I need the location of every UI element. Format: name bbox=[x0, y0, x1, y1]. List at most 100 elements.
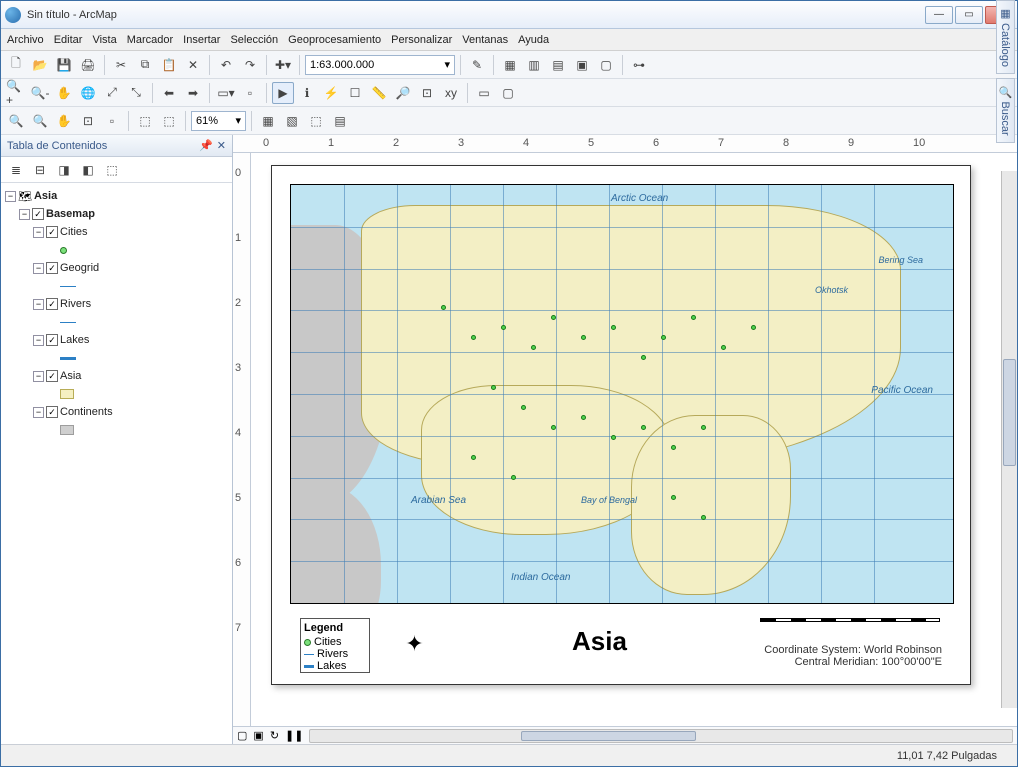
menu-ayuda[interactable]: Ayuda bbox=[518, 34, 549, 46]
layout-canvas[interactable]: Arctic Ocean Pacific Ocean Indian Ocean … bbox=[251, 153, 1017, 726]
data-frame-node[interactable]: − 🗺 Asia bbox=[5, 187, 228, 205]
editor-toolbar-icon[interactable]: ✎ bbox=[466, 54, 488, 76]
maximize-button[interactable]: ▭ bbox=[955, 6, 983, 24]
modelbuilder-icon[interactable]: ▢ bbox=[595, 54, 617, 76]
map-data-frame[interactable]: Arctic Ocean Pacific Ocean Indian Ocean … bbox=[290, 184, 954, 604]
data-view-icon[interactable]: ▢ bbox=[237, 729, 247, 742]
list-by-source-icon[interactable]: ⊟ bbox=[29, 159, 51, 181]
zoom-100-icon[interactable]: ▫ bbox=[101, 110, 123, 132]
back-extent-icon[interactable]: ⬅ bbox=[158, 82, 180, 104]
layer-lakes[interactable]: − ✓ Lakes bbox=[5, 331, 228, 349]
layout-view-icon[interactable]: ▣ bbox=[253, 729, 263, 742]
scrollbar-thumb[interactable] bbox=[1003, 359, 1016, 466]
menu-insertar[interactable]: Insertar bbox=[183, 34, 220, 46]
menu-editar[interactable]: Editar bbox=[54, 34, 83, 46]
add-data-icon[interactable]: ✚▾ bbox=[272, 54, 294, 76]
list-by-selection-icon[interactable]: ◧ bbox=[77, 159, 99, 181]
forward-extent-icon[interactable]: ➡ bbox=[182, 82, 204, 104]
select-features-icon[interactable]: ▭▾ bbox=[215, 82, 237, 104]
html-popup-icon[interactable]: ☐ bbox=[344, 82, 366, 104]
map-scale-input[interactable]: 1:63.000.000▾ bbox=[305, 55, 455, 75]
measure-icon[interactable]: 📏 bbox=[368, 82, 390, 104]
fixed-zoom-in-icon[interactable]: ⤢ bbox=[101, 82, 123, 104]
checkbox[interactable]: ✓ bbox=[46, 370, 58, 382]
expander-icon[interactable]: − bbox=[33, 371, 44, 382]
print-icon[interactable]: 🖨 bbox=[77, 54, 99, 76]
options-icon[interactable]: ⬚ bbox=[101, 159, 123, 181]
layout-zoom-in-icon[interactable]: 🔍 bbox=[5, 110, 27, 132]
list-by-drawing-order-icon[interactable]: ≣ bbox=[5, 159, 27, 181]
copy-icon[interactable]: ⧉ bbox=[134, 54, 156, 76]
layer-rivers[interactable]: − ✓ Rivers bbox=[5, 295, 228, 313]
menu-personalizar[interactable]: Personalizar bbox=[391, 34, 452, 46]
scrollbar-thumb[interactable] bbox=[521, 731, 696, 741]
checkbox[interactable]: ✓ bbox=[46, 406, 58, 418]
find-icon[interactable]: 🔎 bbox=[392, 82, 414, 104]
cut-icon[interactable]: ✂ bbox=[110, 54, 132, 76]
layout-pan-icon[interactable]: ✋ bbox=[53, 110, 75, 132]
goto-xy-icon[interactable]: xy bbox=[440, 82, 462, 104]
new-icon[interactable]: 🗋 bbox=[5, 54, 27, 76]
pan-icon[interactable]: ✋ bbox=[53, 82, 75, 104]
catalog-window-icon[interactable]: ▦ bbox=[499, 54, 521, 76]
expander-icon[interactable]: − bbox=[5, 191, 16, 202]
model-icon[interactable]: ⊶ bbox=[628, 54, 650, 76]
layer-asia[interactable]: − ✓ Asia bbox=[5, 367, 228, 385]
pin-icon[interactable]: 📌 bbox=[199, 139, 213, 152]
layout-back-icon[interactable]: ⬚ bbox=[134, 110, 156, 132]
delete-icon[interactable]: ✕ bbox=[182, 54, 204, 76]
data-driven-pages-icon[interactable]: ▤ bbox=[329, 110, 351, 132]
vertical-scrollbar[interactable] bbox=[1001, 171, 1017, 708]
search-window-icon[interactable]: ▥ bbox=[523, 54, 545, 76]
save-icon[interactable]: 💾 bbox=[53, 54, 75, 76]
toggle-draft-icon[interactable]: ▦ bbox=[257, 110, 279, 132]
checkbox[interactable]: ✓ bbox=[46, 334, 58, 346]
focus-data-frame-icon[interactable]: ▧ bbox=[281, 110, 303, 132]
layer-geogrid[interactable]: − ✓ Geogrid bbox=[5, 259, 228, 277]
horizontal-scrollbar[interactable] bbox=[309, 729, 1013, 743]
expander-icon[interactable]: − bbox=[33, 227, 44, 238]
hyperlink-icon[interactable]: ⚡ bbox=[320, 82, 342, 104]
expander-icon[interactable]: − bbox=[33, 299, 44, 310]
menu-geoprocesamiento[interactable]: Geoprocesamiento bbox=[288, 34, 381, 46]
full-extent-icon[interactable]: 🌐 bbox=[77, 82, 99, 104]
menu-seleccion[interactable]: Selección bbox=[230, 34, 278, 46]
menu-archivo[interactable]: Archivo bbox=[7, 34, 44, 46]
menu-vista[interactable]: Vista bbox=[92, 34, 116, 46]
pause-drawing-icon[interactable]: ❚❚ bbox=[285, 729, 303, 742]
change-layout-icon[interactable]: ⬚ bbox=[305, 110, 327, 132]
menu-marcador[interactable]: Marcador bbox=[127, 34, 173, 46]
checkbox[interactable]: ✓ bbox=[32, 208, 44, 220]
clear-selection-icon[interactable]: ▫ bbox=[239, 82, 261, 104]
layout-zoom-input[interactable]: 61%▾ bbox=[191, 111, 246, 131]
expander-icon[interactable]: − bbox=[33, 335, 44, 346]
select-elements-icon[interactable]: ▶ bbox=[272, 82, 294, 104]
layer-continents[interactable]: − ✓ Continents bbox=[5, 403, 228, 421]
undo-icon[interactable]: ↶ bbox=[215, 54, 237, 76]
time-slider-icon[interactable]: ▭ bbox=[473, 82, 495, 104]
checkbox[interactable]: ✓ bbox=[46, 262, 58, 274]
zoom-out-icon[interactable]: 🔍- bbox=[29, 82, 51, 104]
fixed-zoom-out-icon[interactable]: ⤡ bbox=[125, 82, 147, 104]
expander-icon[interactable]: − bbox=[33, 263, 44, 274]
zoom-whole-page-icon[interactable]: ⊡ bbox=[77, 110, 99, 132]
list-by-visibility-icon[interactable]: ◨ bbox=[53, 159, 75, 181]
paste-icon[interactable]: 📋 bbox=[158, 54, 180, 76]
identify-icon[interactable]: ℹ bbox=[296, 82, 318, 104]
open-icon[interactable]: 📂 bbox=[29, 54, 51, 76]
refresh-icon[interactable]: ↻ bbox=[270, 729, 279, 742]
expander-icon[interactable]: − bbox=[33, 407, 44, 418]
arctoolbox-icon[interactable]: ▤ bbox=[547, 54, 569, 76]
find-route-icon[interactable]: ⊡ bbox=[416, 82, 438, 104]
close-panel-icon[interactable]: ✕ bbox=[217, 139, 226, 152]
layout-forward-icon[interactable]: ⬚ bbox=[158, 110, 180, 132]
expander-icon[interactable]: − bbox=[19, 209, 30, 220]
python-window-icon[interactable]: ▣ bbox=[571, 54, 593, 76]
layer-cities[interactable]: − ✓ Cities bbox=[5, 223, 228, 241]
create-viewer-icon[interactable]: ▢ bbox=[497, 82, 519, 104]
checkbox[interactable]: ✓ bbox=[46, 226, 58, 238]
search-tab[interactable]: 🔍Buscar bbox=[996, 135, 1015, 143]
redo-icon[interactable]: ↷ bbox=[239, 54, 261, 76]
checkbox[interactable]: ✓ bbox=[46, 298, 58, 310]
layout-zoom-out-icon[interactable]: 🔍 bbox=[29, 110, 51, 132]
